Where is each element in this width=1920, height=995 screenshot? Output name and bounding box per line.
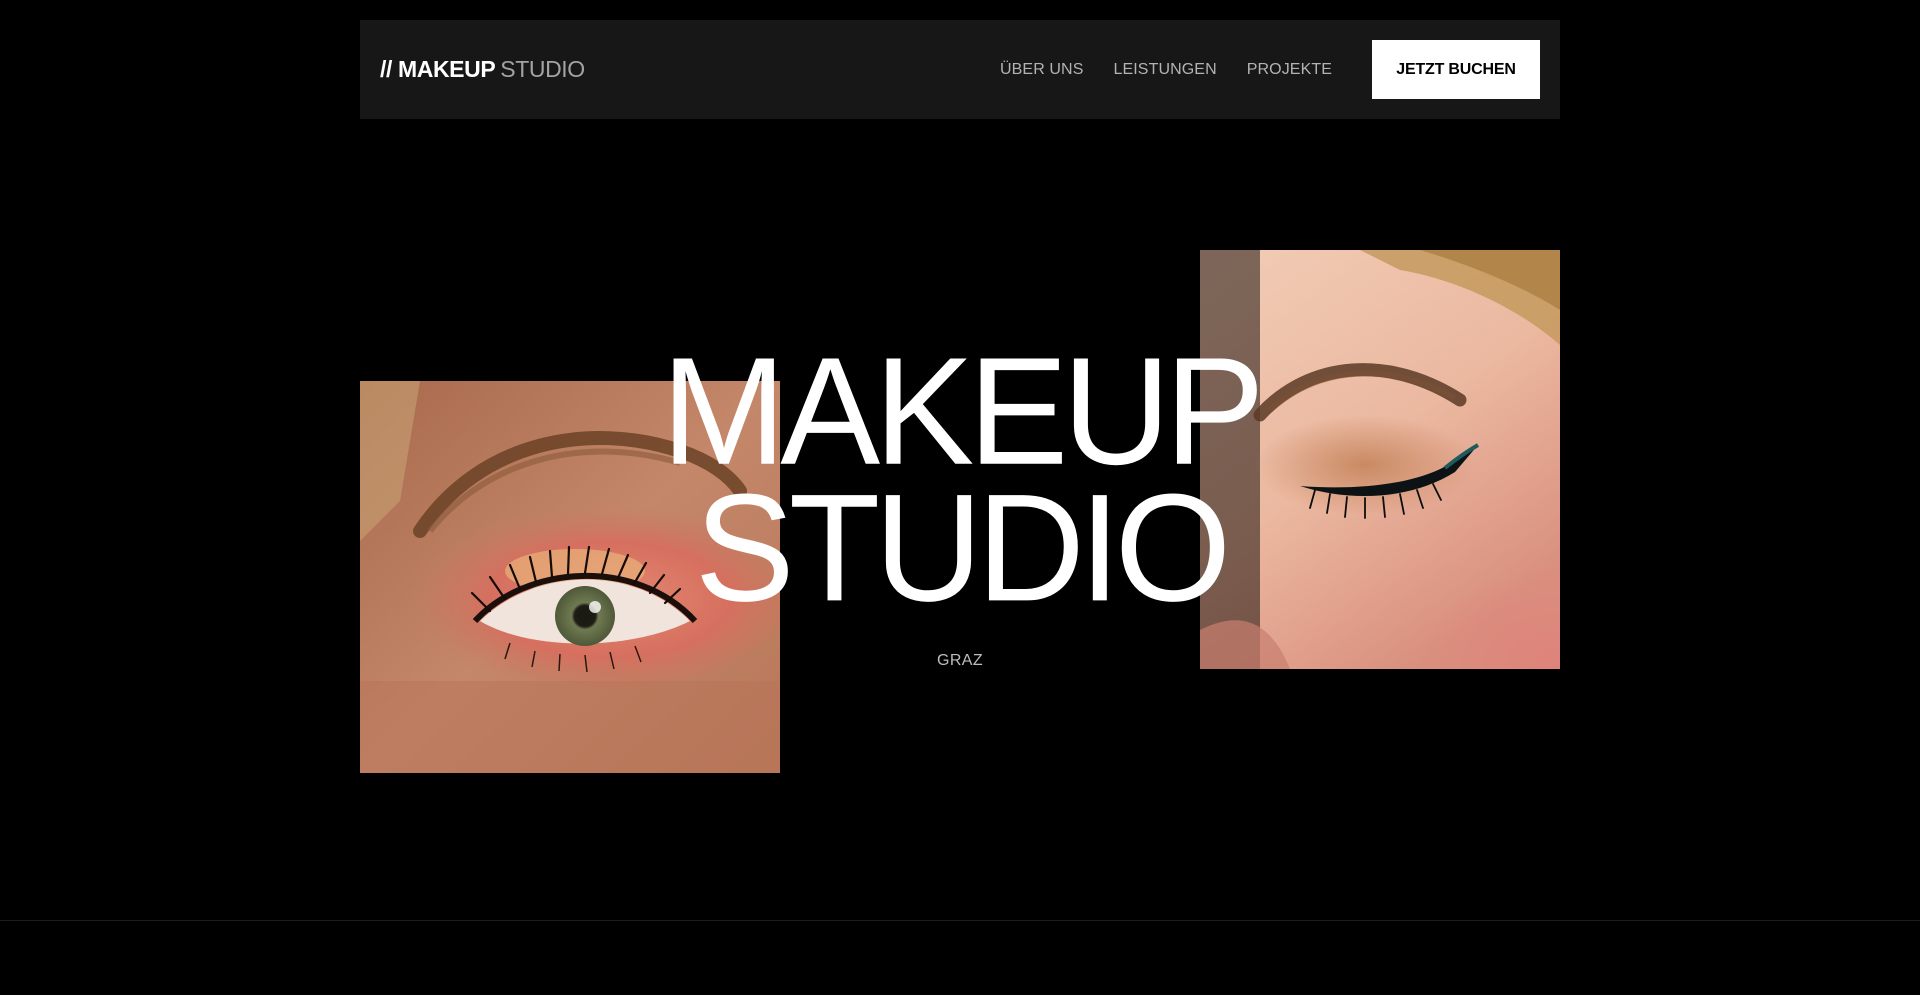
- page: // MAKEUP STUDIO ÜBER UNS LEISTUNGEN PRO…: [0, 0, 1920, 995]
- hero-location: GRAZ: [936, 652, 984, 669]
- hero-title-line-2: STUDIO: [694, 461, 1232, 634]
- logo-link[interactable]: // MAKEUP STUDIO: [380, 56, 585, 83]
- book-now-button[interactable]: JETZT BUCHEN: [1372, 40, 1540, 99]
- navbar: // MAKEUP STUDIO ÜBER UNS LEISTUNGEN PRO…: [360, 20, 1560, 119]
- nav-link-about[interactable]: ÜBER UNS: [1000, 61, 1083, 79]
- logo-slashes: //: [380, 56, 392, 82]
- main-nav: ÜBER UNS LEISTUNGEN PROJEKTE JETZT BUCHE…: [1000, 40, 1540, 99]
- nav-link-projects[interactable]: PROJEKTE: [1247, 61, 1332, 79]
- logo-strong-text: MAKEUP: [397, 56, 496, 82]
- nav-link-services[interactable]: LEISTUNGEN: [1113, 61, 1216, 79]
- hero-title-line-1: MAKEUP: [661, 324, 1264, 497]
- hero-title: MAKEUP STUDIO: [0, 324, 1920, 634]
- logo-light-text: STUDIO: [500, 56, 585, 82]
- section-divider: [0, 920, 1920, 921]
